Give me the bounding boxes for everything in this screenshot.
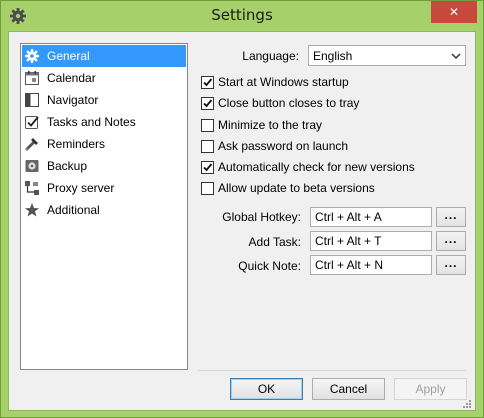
checkbox-checked[interactable] — [201, 75, 214, 89]
sidebar-item-label: Tasks and Notes — [47, 115, 136, 129]
proxy-icon — [24, 180, 40, 196]
quick-note-hotkey-field[interactable]: Ctrl + Alt + N — [310, 255, 432, 275]
backup-icon — [24, 158, 40, 174]
navigator-icon — [24, 92, 40, 108]
option-beta-updates[interactable]: Allow update to beta versions — [201, 179, 375, 197]
global-hotkey-label: Global Hotkey: — [222, 210, 301, 224]
option-close-to-tray[interactable]: Close button closes to tray — [201, 94, 359, 112]
quick-note-browse-button[interactable]: ... — [436, 255, 466, 275]
option-label: Automatically check for new versions — [218, 160, 415, 174]
sidebar-item-navigator[interactable]: Navigator — [22, 89, 186, 111]
sidebar-item-proxy-server[interactable]: Proxy server — [22, 177, 186, 199]
option-minimize-to-tray[interactable]: Minimize to the tray — [201, 116, 322, 134]
global-hotkey-browse-button[interactable]: ... — [436, 207, 466, 227]
option-label: Ask password on launch — [218, 139, 349, 153]
reminder-icon — [24, 136, 40, 152]
language-select[interactable]: English — [308, 45, 466, 66]
option-label: Start at Windows startup — [218, 75, 349, 89]
global-hotkey-field[interactable]: Ctrl + Alt + A — [310, 207, 432, 227]
option-label: Allow update to beta versions — [218, 181, 375, 195]
option-start-at-startup[interactable]: Start at Windows startup — [201, 73, 349, 91]
apply-button[interactable]: Apply — [394, 378, 467, 400]
sidebar-item-additional[interactable]: Additional — [22, 199, 186, 221]
sidebar-item-general[interactable]: General — [22, 45, 186, 67]
quick-note-label: Quick Note: — [238, 259, 301, 273]
calendar-icon — [24, 70, 40, 86]
sidebar-item-label: Proxy server — [47, 181, 115, 195]
add-task-hotkey-field[interactable]: Ctrl + Alt + T — [310, 231, 432, 251]
window-title: Settings — [211, 6, 273, 24]
checkbox-unchecked[interactable] — [201, 118, 214, 132]
sidebar-item-tasks-and-notes[interactable]: Tasks and Notes — [22, 111, 186, 133]
checkbox-unchecked[interactable] — [201, 139, 214, 153]
ok-button[interactable]: OK — [230, 378, 303, 400]
settings-panel: General Calendar Navigator Tasks and Not… — [8, 31, 476, 411]
sidebar-item-label: Calendar — [47, 71, 96, 85]
sidebar-item-label: General — [47, 49, 90, 63]
title-bar[interactable]: Settings ✕ — [1, 1, 483, 31]
add-task-browse-button[interactable]: ... — [436, 231, 466, 251]
language-value: English — [313, 49, 353, 63]
sidebar-item-backup[interactable]: Backup — [22, 155, 186, 177]
chevron-down-icon — [451, 50, 461, 60]
star-icon — [24, 202, 40, 218]
close-button[interactable]: ✕ — [431, 1, 477, 23]
sidebar-item-label: Backup — [47, 159, 88, 173]
checkbox-icon — [24, 114, 40, 130]
checkbox-checked[interactable] — [201, 96, 214, 110]
cancel-button[interactable]: Cancel — [312, 378, 385, 400]
add-task-label: Add Task: — [248, 235, 301, 249]
sidebar-item-label: Navigator — [47, 93, 99, 107]
gear-icon — [24, 48, 40, 64]
sidebar-item-reminders[interactable]: Reminders — [22, 133, 186, 155]
checkbox-checked[interactable] — [201, 160, 214, 174]
checkbox-unchecked[interactable] — [201, 181, 214, 195]
category-list[interactable]: General Calendar Navigator Tasks and Not… — [20, 43, 188, 370]
divider — [198, 370, 466, 371]
settings-window: Settings ✕ General Calendar Navigator Ta… — [0, 0, 484, 418]
sidebar-item-label: Reminders — [47, 137, 106, 151]
option-label: Close button closes to tray — [218, 96, 360, 110]
language-label: Language: — [242, 49, 299, 63]
sidebar-item-calendar[interactable]: Calendar — [22, 67, 186, 89]
option-check-new-versions[interactable]: Automatically check for new versions — [201, 158, 415, 176]
close-icon: ✕ — [448, 5, 460, 19]
resize-grip-icon[interactable] — [461, 397, 471, 408]
option-ask-password[interactable]: Ask password on launch — [201, 137, 348, 155]
sidebar-item-label: Additional — [47, 203, 100, 217]
option-label: Minimize to the tray — [218, 118, 323, 132]
